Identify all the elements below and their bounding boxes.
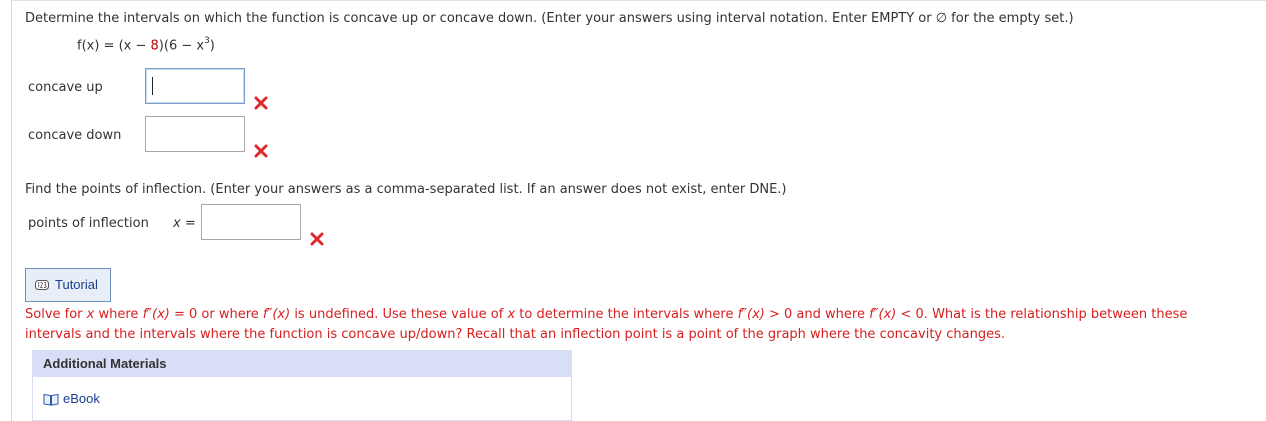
- incorrect-x-icon: [254, 96, 268, 110]
- text-cursor: [152, 77, 153, 95]
- formula-constant: 8: [150, 38, 159, 54]
- panel-left-border: [11, 0, 12, 421]
- tutorial-button[interactable]: Tutorial: [25, 268, 111, 302]
- x-equals-label: x =: [173, 216, 196, 231]
- additional-materials-panel: Additional Materials eBook: [32, 350, 572, 421]
- tutorial-hint-text: Solve for x where f″(x) = 0 or where f″(…: [25, 307, 1188, 342]
- tutorial-123-icon: [35, 280, 49, 290]
- book-icon: [43, 393, 59, 406]
- concave-up-input[interactable]: [145, 68, 245, 104]
- incorrect-x-icon: [254, 144, 268, 158]
- formula-exponent: 3: [204, 36, 210, 46]
- concave-down-label: concave down: [28, 128, 122, 143]
- additional-materials-header: Additional Materials: [33, 351, 571, 377]
- concave-up-label: concave up: [28, 80, 103, 95]
- concave-down-input[interactable]: [145, 116, 245, 152]
- additional-materials-title: Additional Materials: [43, 356, 167, 371]
- points-of-inflection-label: points of inflection: [28, 216, 149, 231]
- tutorial-label: Tutorial: [55, 277, 98, 292]
- question-prompt: Determine the intervals on which the fun…: [25, 11, 1074, 26]
- inflection-prompt: Find the points of inflection. (Enter yo…: [25, 182, 787, 197]
- incorrect-x-icon: [310, 232, 324, 246]
- points-of-inflection-input[interactable]: [201, 204, 301, 240]
- panel-top-border: [11, 0, 1266, 1]
- function-formula: f(x) = (x − 8)(6 − x3): [77, 36, 215, 54]
- ebook-label: eBook: [63, 391, 100, 406]
